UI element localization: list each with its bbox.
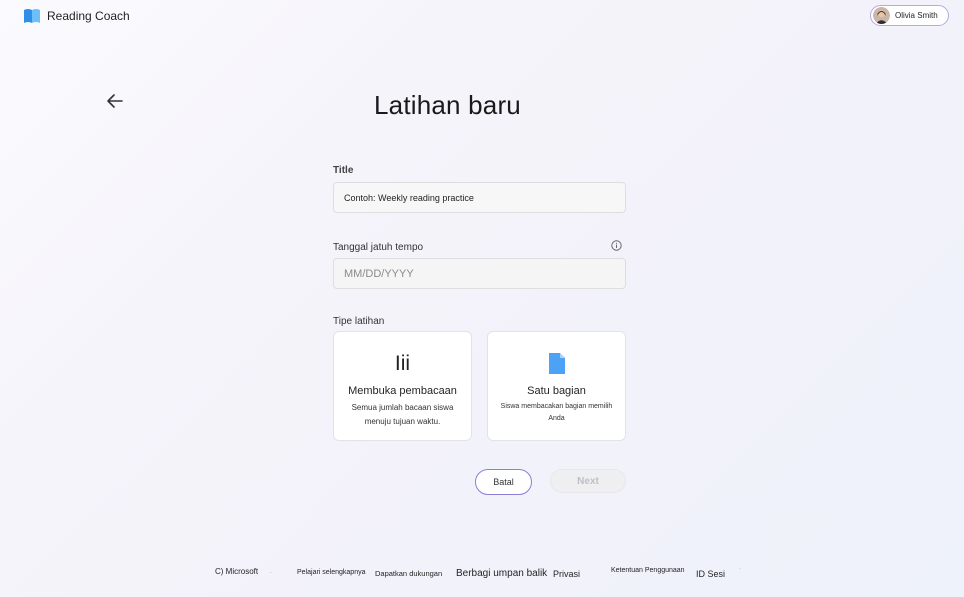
document-icon (549, 353, 565, 374)
arrow-left-icon (107, 94, 123, 108)
card-description: Siswa membacakan bagian memilih Anda (500, 403, 613, 422)
top-bar: Reading Coach Olivia Smith (0, 0, 964, 34)
footer-feedback-link[interactable]: Berbagi umpan balik (456, 568, 547, 579)
footer-copyright: C) Microsoft (215, 567, 259, 576)
open-reading-glyph: Iii (394, 352, 411, 375)
avatar (873, 7, 890, 24)
footer-privacy-link[interactable]: Privasi (553, 569, 580, 579)
info-icon[interactable] (611, 240, 622, 251)
brand[interactable]: Reading Coach (23, 8, 130, 24)
practice-type-label: Tipe latihan (333, 316, 385, 327)
next-button[interactable]: Next (550, 469, 626, 493)
footer-separator: · (270, 570, 272, 576)
due-date-label: Tanggal jatuh tempo (333, 242, 424, 253)
reading-coach-logo-icon (23, 8, 41, 24)
card-title: Satu bagian (527, 385, 586, 397)
footer-session-id[interactable]: ID Sesi (696, 569, 725, 579)
card-title: Membuka pembacaan (348, 385, 457, 397)
cancel-button[interactable]: Batal (475, 469, 532, 495)
footer-terms-link[interactable]: Ketentuan Penggunaan (611, 567, 685, 574)
footer-support-link[interactable]: Dapatkan dukungan (375, 569, 442, 578)
footer-learn-more-link[interactable]: Pelajari selengkapnya (297, 569, 366, 576)
due-date-input[interactable] (333, 258, 626, 289)
footer-separator: · (739, 566, 741, 572)
title-label: Title (333, 165, 354, 176)
page-title: Latihan baru (374, 90, 521, 120)
app-title: Reading Coach (47, 9, 130, 23)
user-name: Olivia Smith (895, 11, 938, 20)
title-input[interactable] (333, 182, 626, 213)
single-passage-card[interactable]: Satu bagian Siswa membacakan bagian memi… (487, 331, 626, 441)
open-reading-card[interactable]: Iii Membuka pembacaan Semua jumlah bacaa… (333, 331, 472, 441)
card-description: Semua jumlah bacaan siswa menuju tujuan … (351, 403, 454, 426)
back-button[interactable] (104, 90, 126, 112)
user-account-button[interactable]: Olivia Smith (870, 5, 949, 26)
